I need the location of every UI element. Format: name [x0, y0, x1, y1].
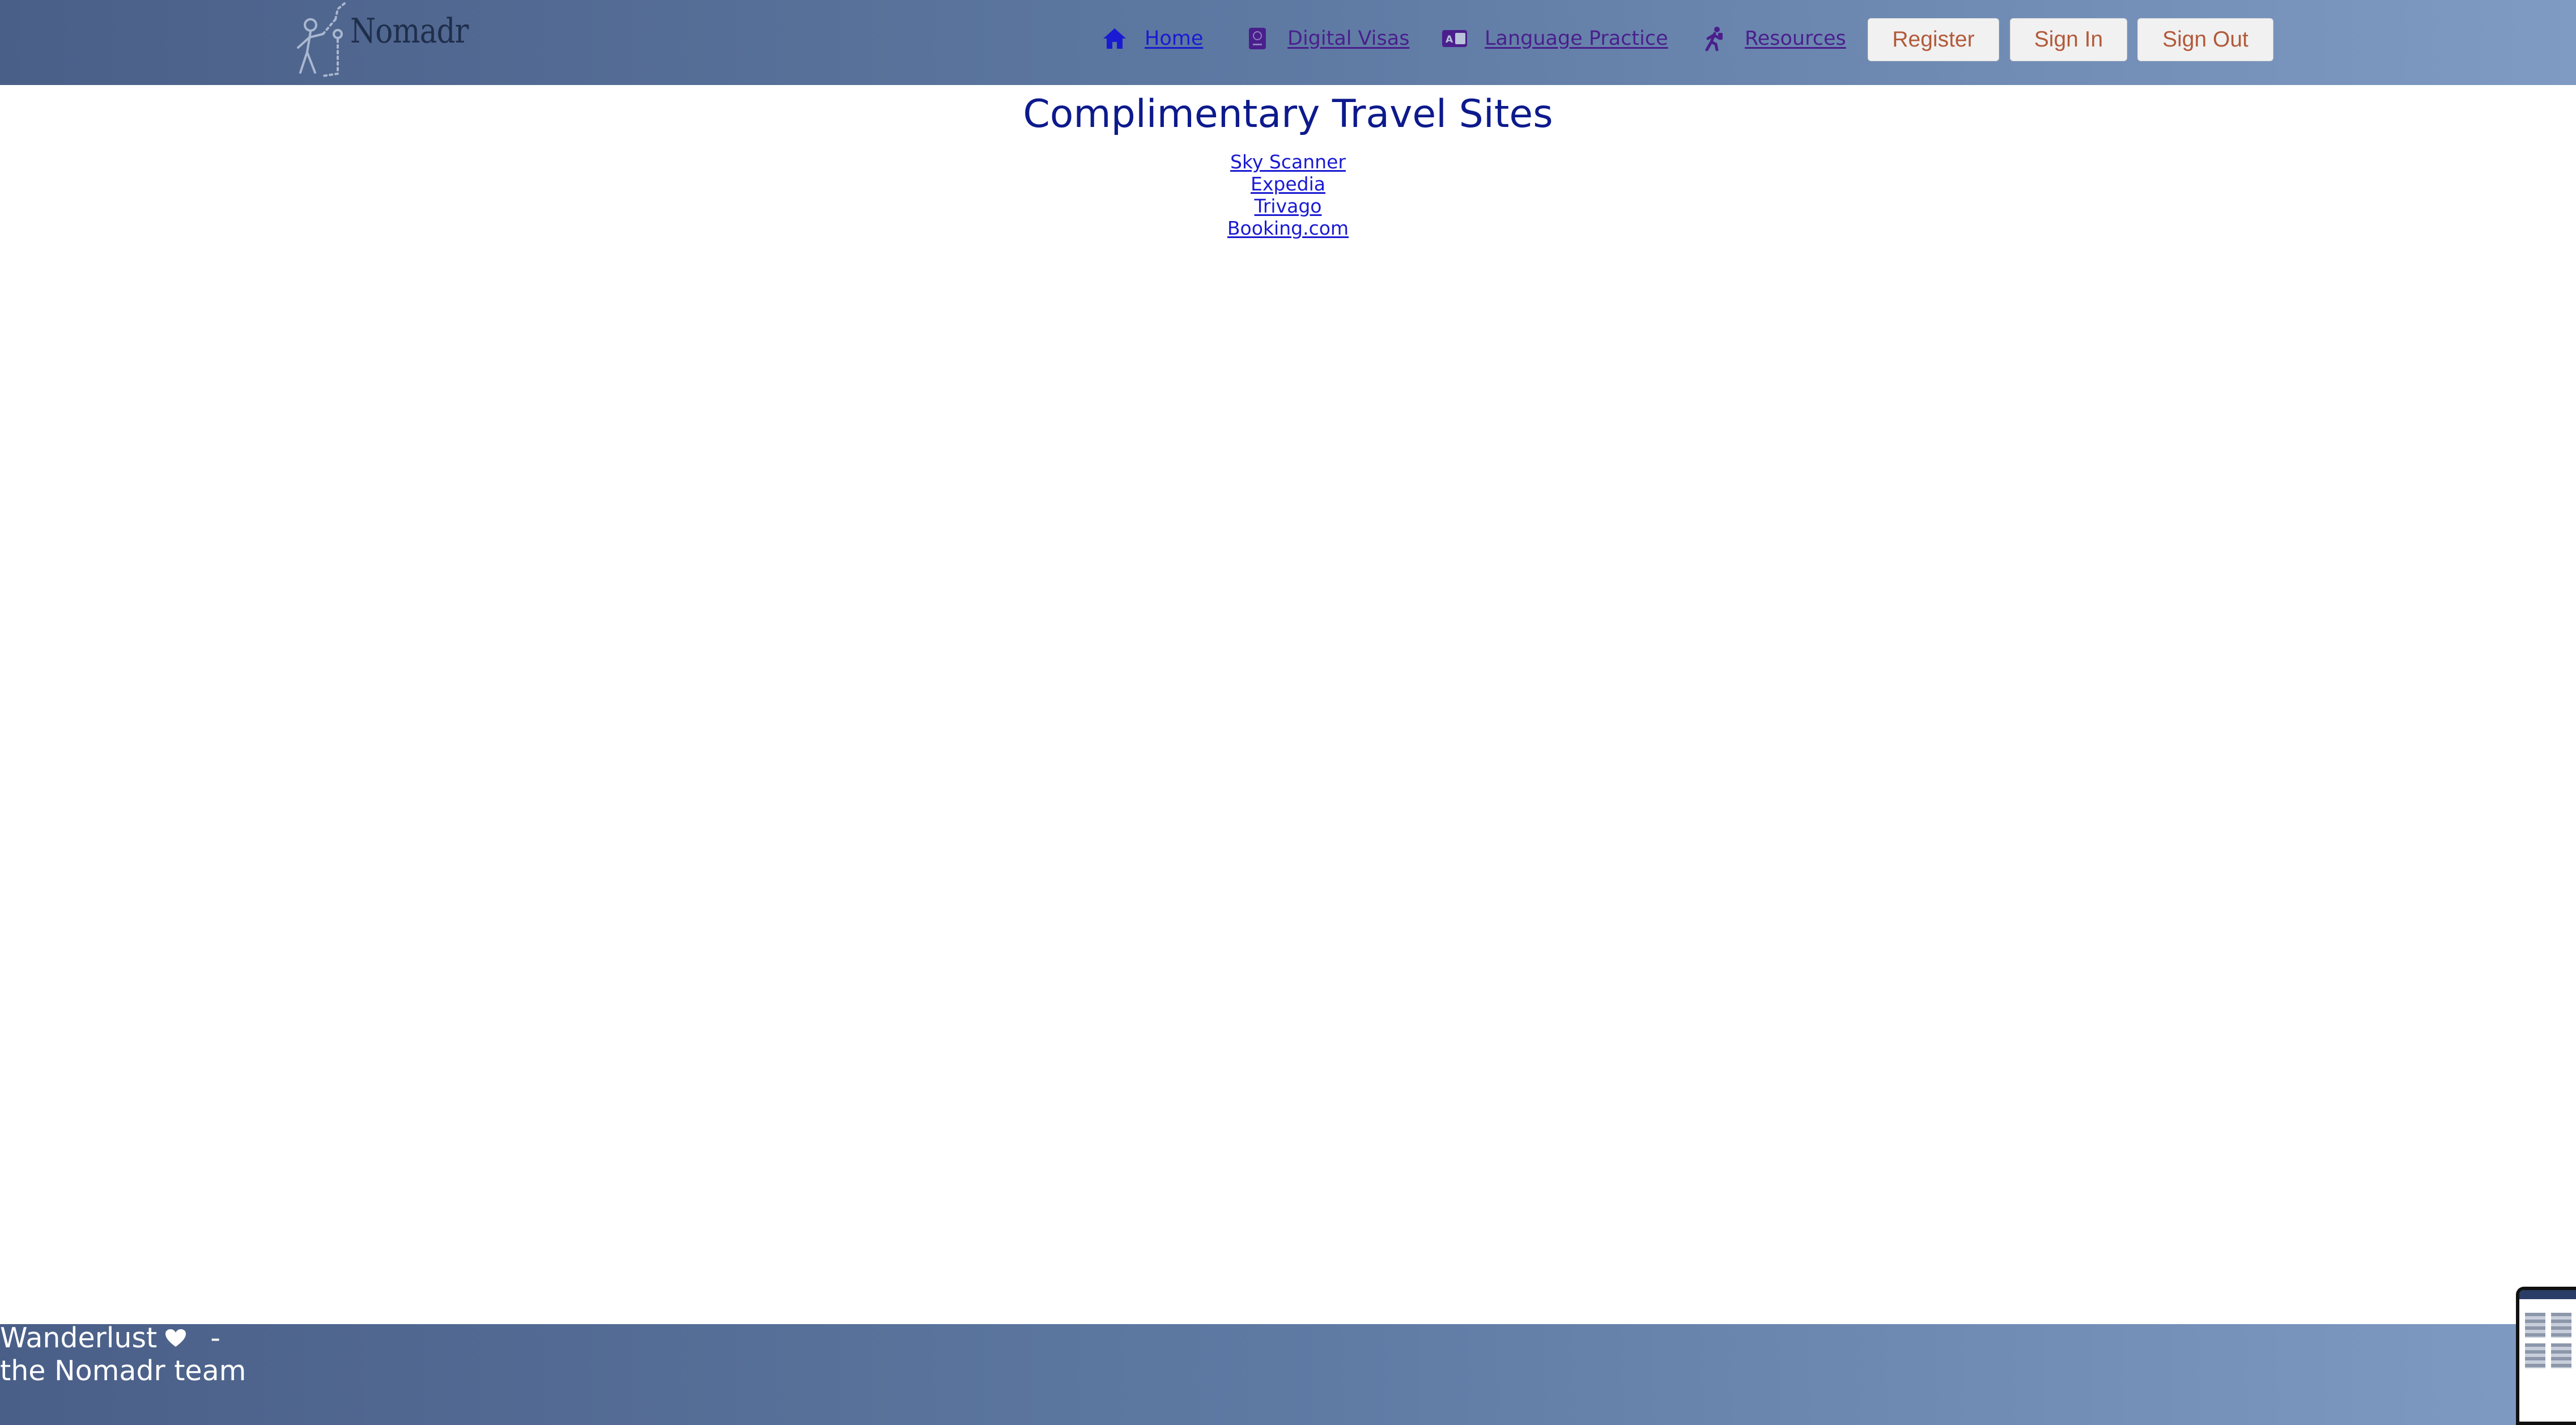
footer-wanderlust-text: Wanderlust: [0, 1322, 158, 1354]
footer-separator: -: [210, 1322, 220, 1354]
hiker-icon: [1702, 26, 1728, 52]
widget-titlebar: [2519, 1290, 2576, 1299]
link-sky-scanner[interactable]: Sky Scanner: [1230, 151, 1346, 173]
nav-home-link[interactable]: Home: [1145, 27, 1203, 50]
link-expedia[interactable]: Expedia: [1251, 173, 1325, 195]
footer-signoff: Wanderlust -: [0, 1322, 220, 1354]
link-booking[interactable]: Booking.com: [1227, 217, 1349, 239]
heart-icon: [165, 1329, 186, 1348]
logo-wordmark: Nomadr: [350, 11, 469, 51]
traveler-logo-icon: [297, 2, 346, 77]
register-button[interactable]: Register: [1868, 18, 1999, 61]
partial-widget-preview[interactable]: [2516, 1287, 2576, 1425]
footer: [0, 1324, 2576, 1425]
svg-text:A: A: [1446, 34, 1453, 45]
widget-cell: [2525, 1343, 2545, 1368]
sign-out-button[interactable]: Sign Out: [2137, 18, 2273, 61]
link-trivago[interactable]: Trivago: [1255, 195, 1322, 217]
page-title: Complimentary Travel Sites: [1023, 92, 1553, 137]
nav-digital-visas[interactable]: Digital Visas: [1244, 23, 1409, 54]
nav-language-practice-link[interactable]: Language Practice: [1485, 27, 1668, 50]
passport-icon: [1244, 26, 1270, 52]
widget-grid: [2525, 1313, 2571, 1368]
nav-language-practice[interactable]: A Language Practice: [1442, 23, 1668, 54]
nav-digital-visas-link[interactable]: Digital Visas: [1287, 27, 1409, 50]
widget-cell: [2551, 1343, 2571, 1368]
page: Nomadr Home Digital Visas A Language Pra…: [0, 0, 2576, 1425]
sign-in-button[interactable]: Sign In: [2010, 18, 2127, 61]
widget-cell: [2525, 1313, 2545, 1338]
nav-resources-link[interactable]: Resources: [1745, 27, 1846, 50]
nomadr-logo[interactable]: Nomadr: [283, 0, 469, 79]
travel-sites-list: Sky Scanner Expedia Trivago Booking.com: [0, 151, 2576, 239]
language-icon: A: [1442, 26, 1468, 52]
widget-cell: [2551, 1313, 2571, 1338]
nav-resources[interactable]: Resources: [1702, 23, 1846, 54]
nav-home[interactable]: Home: [1102, 23, 1203, 54]
top-navbar: Nomadr Home Digital Visas A Language Pra…: [0, 0, 2576, 85]
home-icon: [1102, 26, 1128, 52]
footer-team-text: the Nomadr team: [0, 1355, 246, 1387]
